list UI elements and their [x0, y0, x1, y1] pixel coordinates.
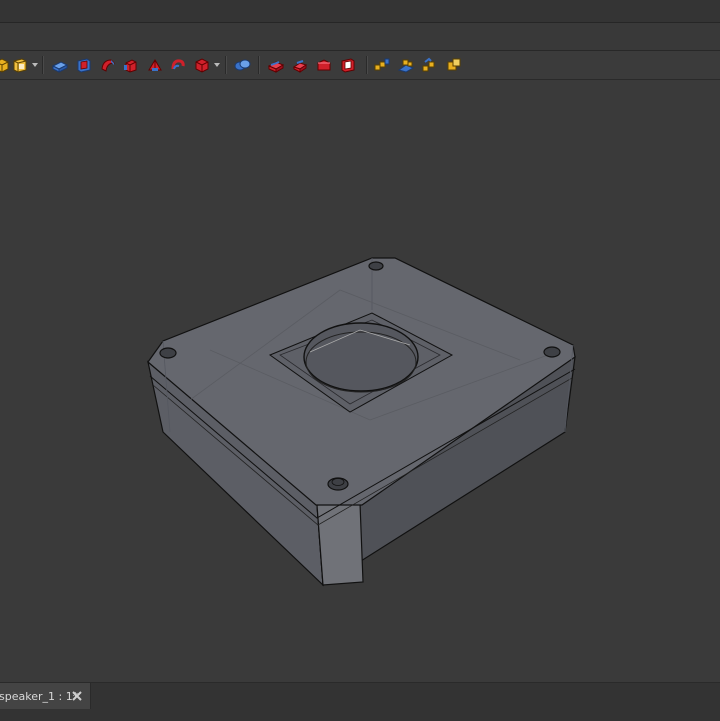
3d-viewport[interactable] [0, 80, 720, 682]
menu-bar [0, 0, 720, 23]
document-tab-bar: speaker_1 : 1* [0, 682, 720, 721]
toolbar-separator [42, 56, 43, 74]
chevron-down-icon[interactable] [32, 62, 38, 68]
fillet-icon[interactable] [266, 55, 286, 75]
boolean-icon[interactable] [444, 55, 464, 75]
pad-icon[interactable] [50, 55, 70, 75]
mirror-icon[interactable] [232, 55, 252, 75]
toolbar-separator [225, 56, 226, 74]
chevron-down-icon[interactable] [214, 62, 220, 68]
revolution-icon[interactable] [98, 55, 118, 75]
thickness-icon[interactable] [338, 55, 358, 75]
sweep-icon[interactable] [145, 55, 165, 75]
close-icon[interactable] [70, 689, 84, 703]
linear-pattern-icon[interactable] [372, 55, 392, 75]
polar-pattern-icon[interactable] [396, 55, 416, 75]
document-tab[interactable]: speaker_1 : 1* [0, 683, 91, 709]
document-tab-label: speaker_1 : 1* [0, 689, 79, 703]
primitive-icon[interactable] [192, 55, 212, 75]
helix-icon[interactable] [168, 55, 188, 75]
toolbar-separator [366, 56, 367, 74]
loft-icon[interactable] [121, 55, 141, 75]
speaker-enclosure-model[interactable] [0, 80, 720, 682]
draft-icon[interactable] [314, 55, 334, 75]
toolbar-separator [258, 56, 259, 74]
pocket-icon[interactable] [74, 55, 94, 75]
part-design-toolbar [0, 51, 720, 80]
part-design-body-icon[interactable] [10, 55, 30, 75]
multi-transform-icon[interactable] [420, 55, 440, 75]
workbench-toolbar-row [0, 23, 720, 51]
chamfer-icon[interactable] [290, 55, 310, 75]
